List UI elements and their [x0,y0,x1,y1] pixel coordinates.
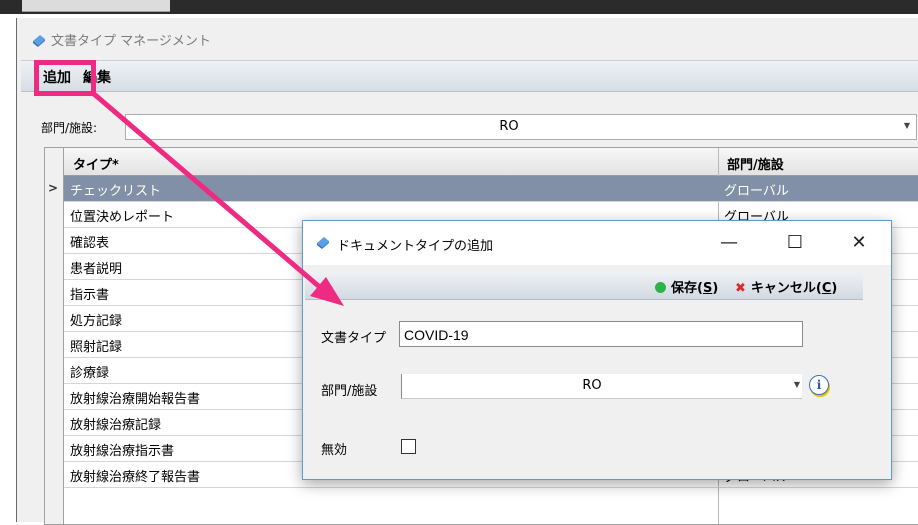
annotation-arrow [91,91,344,306]
